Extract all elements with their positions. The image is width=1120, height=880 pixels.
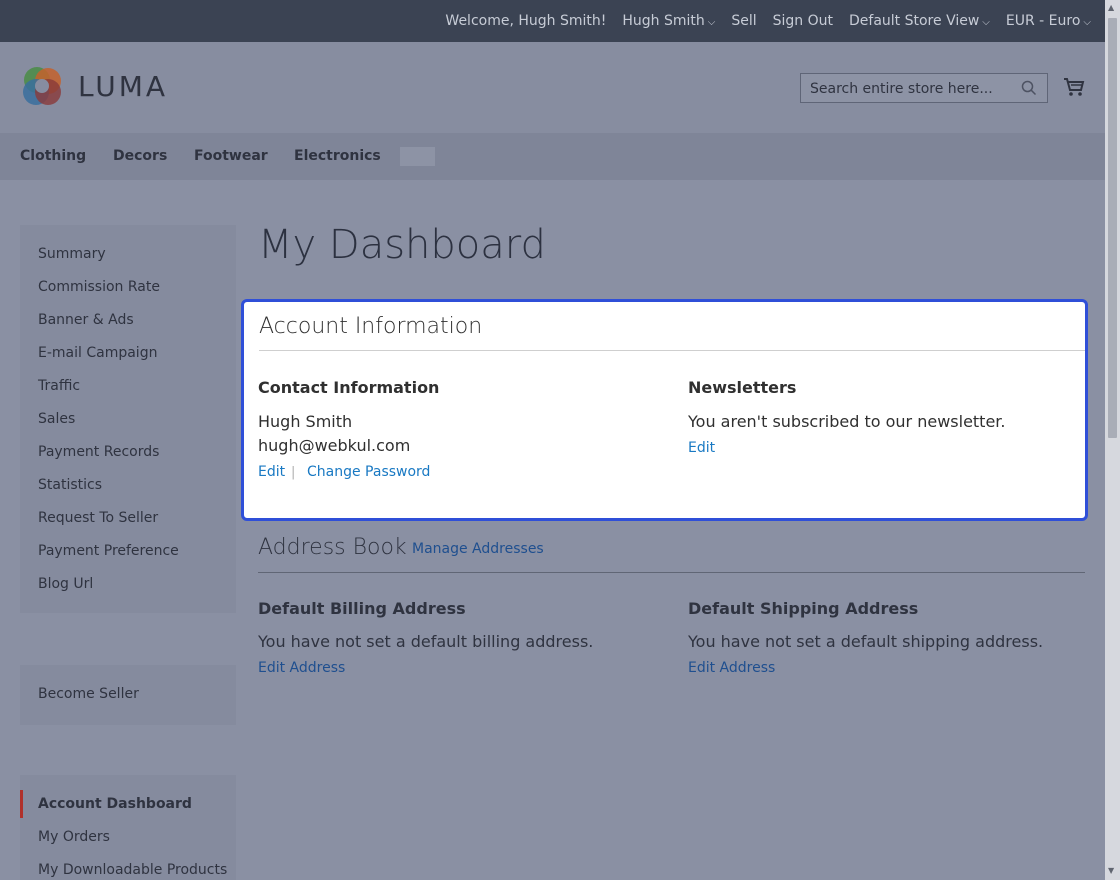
account-information-heading: Account Information [259,314,483,339]
search-input[interactable]: Search entire store here... [800,73,1048,103]
manage-addresses-link[interactable]: Manage Addresses [412,541,544,557]
account-information-card: Account Information Contact Information … [241,299,1088,521]
edit-shipping-address-link[interactable]: Edit Address [688,660,775,676]
sidebar-item-traffic[interactable]: Traffic [38,378,80,394]
sidebar-item-statistics[interactable]: Statistics [38,477,102,493]
account-name[interactable]: Hugh Smith [622,13,704,29]
header-links: Welcome, Hugh Smith! Hugh Smith ⌵ Sell Si… [429,0,1091,42]
nav-item-placeholder[interactable] [400,147,435,166]
sell-link[interactable]: Sell [731,13,756,29]
store-view-label[interactable]: Default Store View [849,13,979,29]
page-header: LUMA Search entire store here... [0,42,1105,133]
search-icon[interactable] [1021,80,1037,96]
chevron-down-icon[interactable]: ⌵ [708,17,716,28]
search-placeholder: Search entire store here... [810,81,993,97]
sidebar-item-banner-ads[interactable]: Banner & Ads [38,312,134,328]
sidebar-item-payment-preference[interactable]: Payment Preference [38,543,179,559]
contact-name: Hugh Smith [258,412,353,431]
scrollbar-thumb[interactable] [1108,18,1117,438]
nav-item-footwear[interactable]: Footwear [194,148,268,164]
newsletters-title: Newsletters [688,378,797,397]
divider [259,350,1085,351]
scroll-down-arrow-icon[interactable]: ▼ [1108,866,1114,875]
account-menu[interactable]: Hugh Smith ⌵ [622,13,715,29]
scroll-up-arrow-icon[interactable]: ▲ [1108,3,1114,12]
logo-text: LUMA [78,69,169,103]
default-shipping-text: You have not set a default shipping addr… [688,632,1044,651]
cart-icon[interactable] [1063,77,1085,97]
default-shipping-title: Default Shipping Address [688,599,919,618]
nav-item-decors[interactable]: Decors [113,148,167,164]
contact-information-title: Contact Information [258,378,440,397]
currency-switcher[interactable]: EUR - Euro ⌵ [1006,13,1091,29]
page-title: My Dashboard [258,222,546,268]
address-book-heading: Address Book [258,535,407,560]
currency-label[interactable]: EUR - Euro [1006,13,1081,29]
category-nav: Clothing Decors Footwear Electronics [0,133,1105,180]
edit-contact-link[interactable]: Edit [258,464,285,480]
divider [258,572,1085,573]
sidebar-item-blog-url[interactable]: Blog Url [38,576,93,592]
account-menu-block: Account Dashboard My Orders My Downloada… [20,775,236,880]
default-billing-title: Default Billing Address [258,599,466,618]
contact-email: hugh@webkul.com [258,436,411,455]
chevron-down-icon[interactable]: ⌵ [1083,17,1091,28]
nav-item-clothing[interactable]: Clothing [20,148,86,164]
newsletters-status: You aren't subscribed to our newsletter. [688,412,1006,431]
sidebar-item-account-dashboard[interactable]: Account Dashboard [38,796,192,812]
become-seller-link[interactable]: Become Seller [38,686,139,702]
link-separator: | [291,465,296,480]
welcome-message: Welcome, Hugh Smith! [445,13,607,29]
sidebar-item-commission-rate[interactable]: Commission Rate [38,279,160,295]
default-billing-text: You have not set a default billing addre… [258,632,594,651]
sidebar-item-summary[interactable]: Summary [38,246,106,262]
sidebar-item-my-orders[interactable]: My Orders [38,829,110,845]
store-switcher[interactable]: Default Store View ⌵ [849,13,990,29]
luma-logo-icon[interactable] [20,64,64,108]
top-bar: Welcome, Hugh Smith! Hugh Smith ⌵ Sell Si… [0,0,1105,42]
chevron-down-icon[interactable]: ⌵ [982,17,990,28]
sidebar-item-payment-records[interactable]: Payment Records [38,444,159,460]
store-logo[interactable]: LUMA [20,64,168,108]
page-scrollbar[interactable]: ▲ ▼ [1105,0,1120,880]
nav-item-electronics[interactable]: Electronics [294,148,381,164]
edit-billing-address-link[interactable]: Edit Address [258,660,345,676]
change-password-link[interactable]: Change Password [307,464,430,480]
sign-out-link[interactable]: Sign Out [773,13,833,29]
sidebar-item-request-to-seller[interactable]: Request To Seller [38,510,158,526]
edit-newsletters-link[interactable]: Edit [688,440,715,456]
become-seller-block: Become Seller [20,665,236,725]
seller-menu: Summary Commission Rate Banner & Ads E-m… [20,225,236,613]
sidebar-item-my-downloadable-products[interactable]: My Downloadable Products [38,862,227,878]
sidebar-item-sales[interactable]: Sales [38,411,75,427]
sidebar-item-email-campaign[interactable]: E-mail Campaign [38,345,157,361]
active-indicator [20,790,23,818]
